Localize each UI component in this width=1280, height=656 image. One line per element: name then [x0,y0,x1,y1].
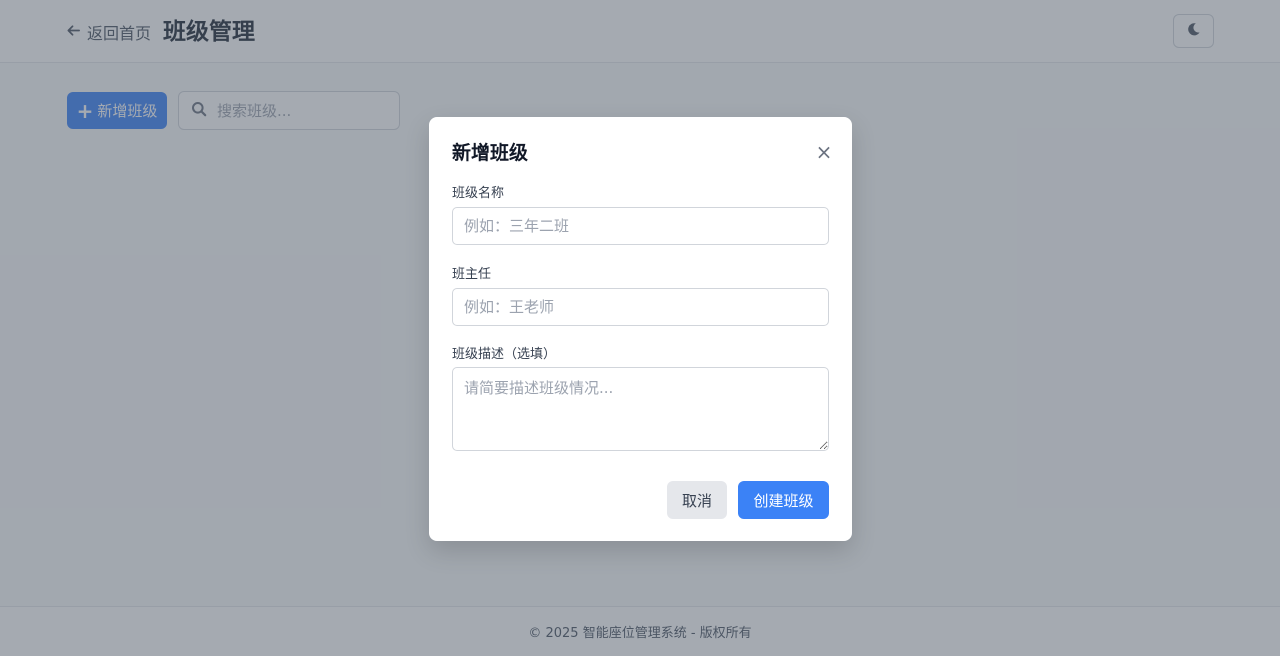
teacher-input[interactable] [452,288,829,326]
cancel-button[interactable]: 取消 [667,481,727,519]
teacher-label: 班主任 [452,267,492,282]
class-name-input[interactable] [452,207,829,245]
close-icon[interactable]: × [815,142,833,162]
class-name-label: 班级名称 [452,186,505,201]
create-class-button[interactable]: 创建班级 [738,481,829,519]
add-class-modal: 新增班级 × 班级名称 班主任 班级描述（选填） 取消 创建班级 [429,117,852,541]
modal-title: 新增班级 [452,142,529,164]
description-textarea[interactable] [452,367,829,451]
description-label: 班级描述（选填） [452,347,557,362]
